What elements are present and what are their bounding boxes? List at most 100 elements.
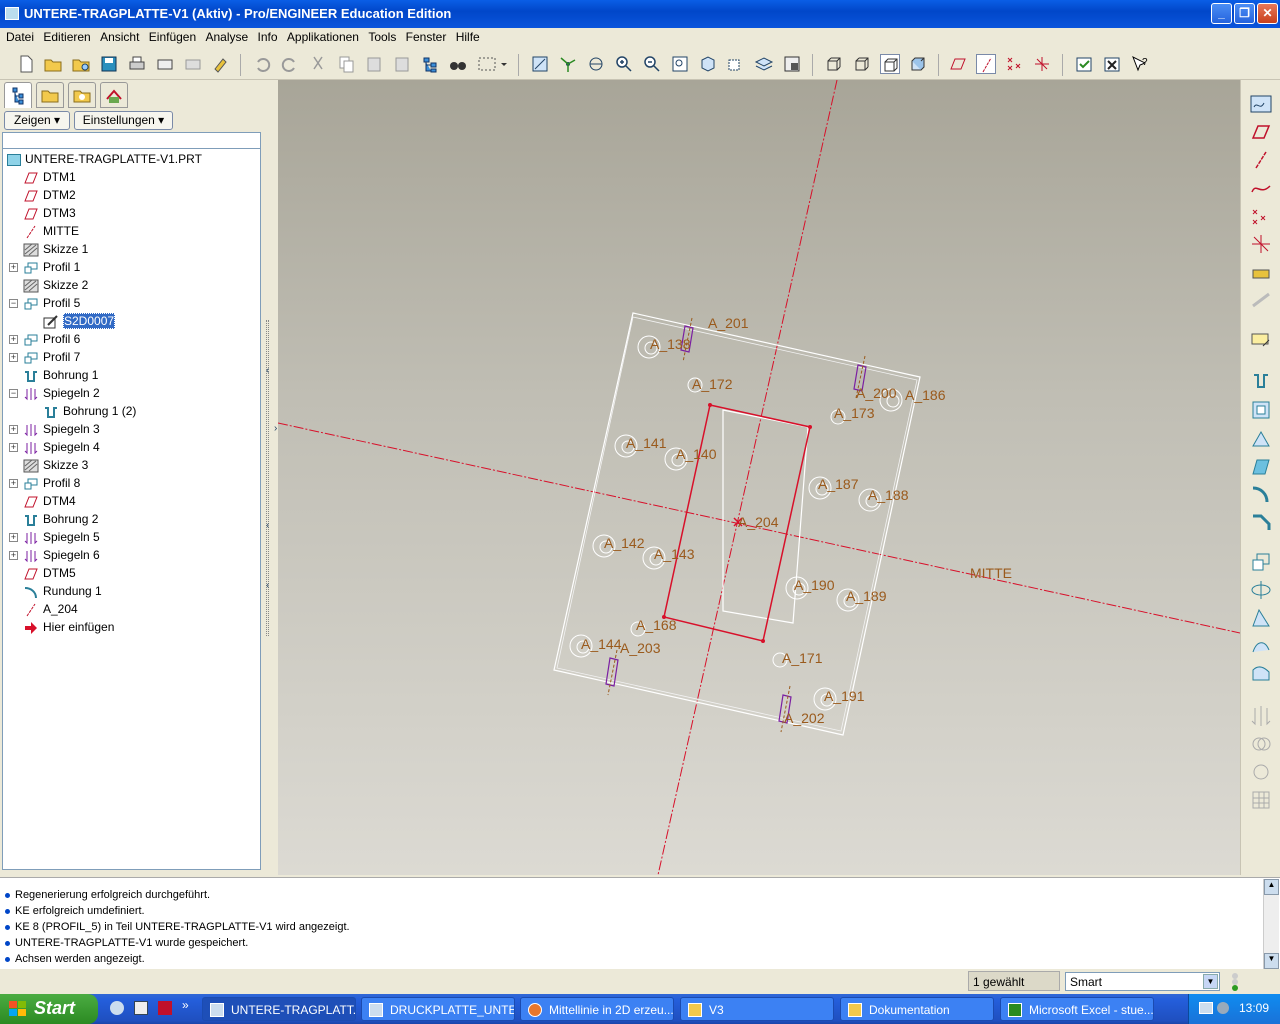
zoom-in-icon[interactable]	[614, 54, 634, 74]
task-excel[interactable]: Microsoft Excel - stue...	[1000, 997, 1154, 1021]
axis-label-a138[interactable]: A_138	[650, 336, 691, 352]
model-canvas[interactable]: A_201 A_138 A_172 A_200 A_186 A_173 A_141 A_140…	[278, 80, 1240, 875]
axis-label-a187[interactable]: A_187	[818, 476, 859, 492]
axis-label-a190[interactable]: A_190	[794, 577, 835, 593]
draft-tool-icon[interactable]	[1249, 454, 1273, 478]
tree-item[interactable]: Skizze 1	[23, 240, 88, 258]
tree-item[interactable]: MITTE	[23, 222, 79, 240]
tree-item[interactable]: Profil 1	[23, 258, 80, 276]
trim-tool-icon[interactable]	[1249, 760, 1273, 784]
menu-hilfe[interactable]: Hilfe	[450, 28, 480, 44]
select-box-icon[interactable]	[476, 54, 508, 74]
tree-item[interactable]: Hier einfügen	[23, 618, 114, 636]
mirror-tool-icon[interactable]	[1249, 704, 1273, 728]
start-button[interactable]: Start	[0, 994, 98, 1024]
axis-label-a201[interactable]: A_201	[708, 315, 749, 331]
context-help-icon[interactable]: ?	[1130, 54, 1150, 74]
coordinate-system-toggle-icon[interactable]	[1032, 54, 1052, 74]
menu-einfuegen[interactable]: Einfügen	[143, 28, 196, 44]
boundary-blend-icon[interactable]	[1249, 662, 1273, 686]
publish-geometry-icon[interactable]	[1249, 288, 1273, 312]
scroll-up-icon[interactable]: ▲	[1264, 879, 1279, 895]
tree-item[interactable]: Bohrung 1 (2)	[43, 402, 136, 420]
axis-label-a203[interactable]: A_203	[620, 640, 661, 656]
rib-tool-icon[interactable]	[1249, 426, 1273, 450]
round-tool-icon[interactable]	[1249, 482, 1273, 506]
mail-attach-icon[interactable]	[183, 54, 203, 74]
extrude-tool-icon[interactable]	[1249, 550, 1273, 574]
chamfer-tool-icon[interactable]	[1249, 510, 1273, 534]
tree-expander[interactable]: −	[9, 389, 18, 398]
accept-icon[interactable]	[1074, 54, 1094, 74]
tree-item[interactable]: A_204	[23, 600, 78, 618]
regenerate-icon[interactable]	[211, 54, 231, 74]
print-icon[interactable]	[127, 54, 147, 74]
save-icon[interactable]	[99, 54, 119, 74]
tree-item[interactable]: Spiegeln 5	[23, 528, 100, 546]
tree-expander[interactable]: +	[9, 425, 18, 434]
model-tree-icon[interactable]	[420, 54, 440, 74]
menu-tools[interactable]: Tools	[362, 28, 396, 44]
new-file-icon[interactable]	[16, 54, 36, 74]
expand-right-icon[interactable]: ›	[274, 423, 277, 434]
maximize-button[interactable]: ❐	[1234, 3, 1255, 24]
tree-item[interactable]: Spiegeln 6	[23, 546, 100, 564]
tree-item[interactable]: Skizze 2	[23, 276, 88, 294]
tree-item[interactable]: DTM1	[23, 168, 76, 186]
tree-item[interactable]: Skizze 3	[23, 456, 88, 474]
task-druckplatte[interactable]: DRUCKPLATTE_UNTE...	[361, 997, 515, 1021]
redraw-icon[interactable]	[530, 54, 550, 74]
graphics-window[interactable]: A_201 A_138 A_172 A_200 A_186 A_173 A_141 A_140…	[278, 80, 1240, 875]
tree-item[interactable]: DTM2	[23, 186, 76, 204]
axis-label-a141[interactable]: A_141	[626, 435, 667, 451]
refit-icon[interactable]	[670, 54, 690, 74]
model-tree-tab[interactable]	[4, 82, 32, 108]
coordinate-system-tool-icon[interactable]	[1249, 232, 1273, 256]
tree-expander[interactable]: +	[9, 353, 18, 362]
settings-dropdown[interactable]: Einstellungen ▾	[74, 111, 173, 130]
tree-item[interactable]: Profil 6	[23, 330, 80, 348]
datum-axes-toggle-icon[interactable]	[976, 54, 996, 74]
collapse-left-icon-3[interactable]: ‹	[266, 580, 269, 591]
redo-icon[interactable]	[280, 54, 300, 74]
tree-item[interactable]: DTM4	[23, 492, 76, 510]
scroll-down-icon[interactable]: ▼	[1264, 953, 1279, 969]
task-untere-tragplatte[interactable]: UNTERE-TRAGPLATT...	[202, 997, 356, 1021]
more-quicklaunch-icon[interactable]: »	[182, 998, 189, 1012]
axis-label-a186[interactable]: A_186	[905, 387, 946, 403]
datum-curve-tool-icon[interactable]	[1249, 176, 1273, 200]
paste-special-icon[interactable]	[392, 54, 412, 74]
chevron-down-icon[interactable]: ▼	[1203, 974, 1218, 989]
shading-icon[interactable]	[908, 54, 928, 74]
copy-icon[interactable]	[336, 54, 356, 74]
no-hidden-icon[interactable]	[880, 54, 900, 74]
tree-item[interactable]: DTM3	[23, 204, 76, 222]
view-manager-icon[interactable]	[782, 54, 802, 74]
tree-item[interactable]: Profil 8	[23, 474, 80, 492]
menu-applikationen[interactable]: Applikationen	[281, 28, 359, 44]
spin-center-icon[interactable]	[558, 54, 578, 74]
tree-expander[interactable]: +	[9, 479, 18, 488]
datum-axis-vertical[interactable]	[657, 80, 838, 875]
analysis-feature-icon[interactable]	[1249, 260, 1273, 284]
axis-label-a189[interactable]: A_189	[846, 588, 887, 604]
axis-label-a143[interactable]: A_143	[654, 546, 695, 562]
favorites-tab[interactable]	[68, 82, 96, 108]
orient-icon[interactable]	[586, 54, 606, 74]
axis-label-a188[interactable]: A_188	[868, 487, 909, 503]
cancel-icon[interactable]	[1102, 54, 1122, 74]
hole-tool-icon[interactable]	[1249, 370, 1273, 394]
tree-item[interactable]: S2D0007	[43, 312, 116, 330]
axis-label-a140[interactable]: A_140	[676, 446, 717, 462]
layers-icon[interactable]	[754, 54, 774, 74]
menu-editieren[interactable]: Editieren	[37, 28, 90, 44]
tree-expander[interactable]: +	[9, 335, 18, 344]
sketch-tool-icon[interactable]	[1249, 92, 1273, 116]
task-v3[interactable]: V3	[680, 997, 834, 1021]
datum-point-tool-icon[interactable]	[1249, 204, 1273, 228]
collapse-left-icon-2[interactable]: ‹	[266, 520, 269, 531]
paste-icon[interactable]	[364, 54, 384, 74]
open-folder-search-icon[interactable]	[71, 54, 91, 74]
task-dokumentation[interactable]: Dokumentation	[840, 997, 994, 1021]
message-scrollbar[interactable]: ▲ ▼	[1263, 879, 1279, 969]
